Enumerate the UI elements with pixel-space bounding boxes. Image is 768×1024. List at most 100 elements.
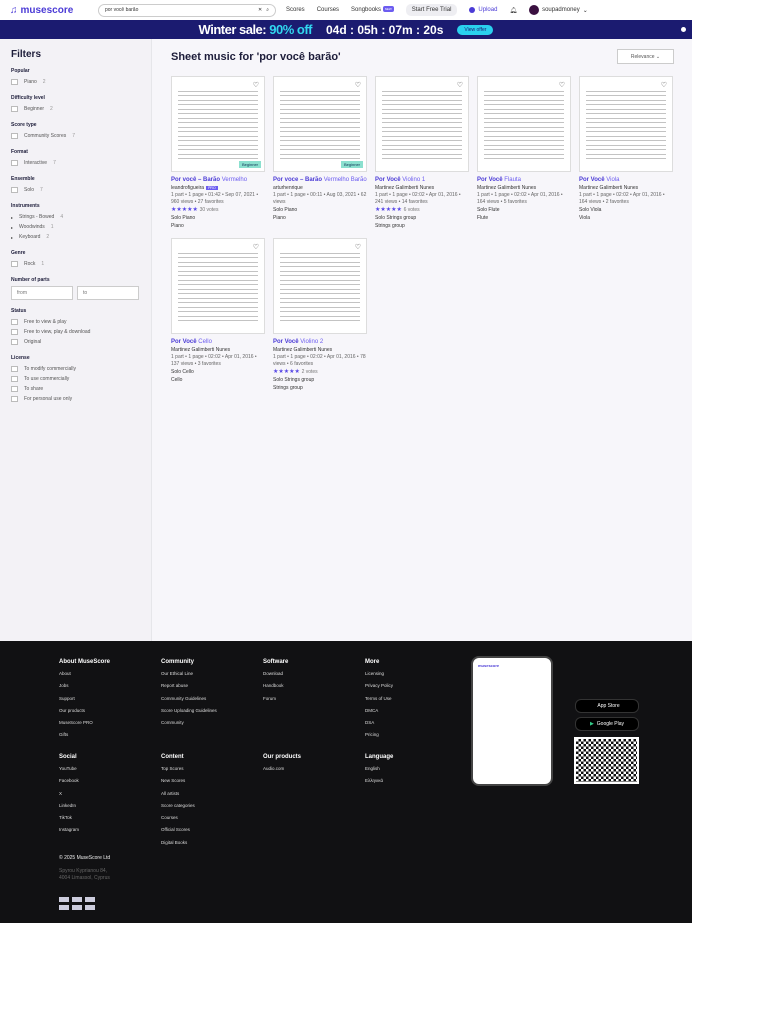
footer-link[interactable]: Top Scores xyxy=(161,766,261,778)
footer-link[interactable]: Support xyxy=(59,696,159,708)
score-card[interactable]: ♡ Beginner Por você – Barão Vermelho leandr… xyxy=(171,76,265,229)
checkbox[interactable] xyxy=(11,133,18,139)
filter-option[interactable]: ▸ Strings - Bowed 4 xyxy=(11,212,140,222)
filter-option[interactable]: Rock 1 xyxy=(11,259,140,269)
score-thumbnail[interactable]: ♡ xyxy=(579,76,673,172)
score-author[interactable]: Martinez Galimberti Nunes xyxy=(579,185,673,191)
parts-from-input[interactable] xyxy=(11,286,73,300)
score-thumbnail[interactable]: ♡ xyxy=(171,238,265,334)
score-title[interactable]: Por voce – Barão Vermelho Barão xyxy=(273,177,367,184)
score-card[interactable]: ♡ Beginner Por voce – Barão Vermelho Barão… xyxy=(273,76,367,228)
checkbox[interactable] xyxy=(11,376,18,382)
footer-link[interactable]: Jobs xyxy=(59,683,159,695)
app-store-button[interactable]: App Store xyxy=(575,699,639,713)
search-input[interactable]: por você barão ✕ ⌕ xyxy=(98,3,276,17)
footer-link[interactable]: Digital Books xyxy=(161,840,261,852)
footer-link[interactable]: Pricing xyxy=(365,732,465,744)
score-author[interactable]: Martinez Galimberti Nunes xyxy=(273,347,367,353)
score-thumbnail[interactable]: ♡ xyxy=(273,238,367,334)
footer-link[interactable]: Forum xyxy=(263,696,363,708)
footer-link[interactable]: Facebook xyxy=(59,778,159,790)
heart-icon[interactable]: ♡ xyxy=(253,243,259,251)
footer-link[interactable]: TikTok xyxy=(59,815,159,827)
nav-courses[interactable]: Courses xyxy=(317,7,339,13)
upload-button[interactable]: Upload xyxy=(469,7,497,13)
footer-link[interactable]: Download xyxy=(263,671,363,683)
filter-option[interactable]: To modify commercially xyxy=(11,364,140,374)
filter-option[interactable]: Solo 7 xyxy=(11,185,140,195)
parts-to-input[interactable] xyxy=(77,286,139,300)
footer-link[interactable]: Our Ethical Line xyxy=(161,671,261,683)
checkbox[interactable] xyxy=(11,339,18,345)
filter-option[interactable]: ▸ Woodwinds 1 xyxy=(11,222,140,232)
heart-icon[interactable]: ♡ xyxy=(661,81,667,89)
google-play-button[interactable]: ▶ Google Play xyxy=(575,717,639,731)
footer-link[interactable]: Community Guidelines xyxy=(161,696,261,708)
expand-arrow-icon[interactable]: ▸ xyxy=(11,215,13,220)
checkbox[interactable] xyxy=(11,160,18,166)
footer-link[interactable]: Score categories xyxy=(161,803,261,815)
footer-link[interactable]: Licensing xyxy=(365,671,465,683)
checkbox[interactable] xyxy=(11,187,18,193)
footer-link[interactable]: LinkedIn xyxy=(59,803,159,815)
footer-link[interactable]: X xyxy=(59,791,159,803)
footer-link[interactable]: Official Scores xyxy=(161,827,261,839)
score-card[interactable]: ♡ Por Você Cello Martinez Galimberti Nunes… xyxy=(171,238,265,390)
footer-link[interactable]: Privacy Policy xyxy=(365,683,465,695)
musescore-logo[interactable]: ♫ musescore xyxy=(10,5,88,16)
heart-icon[interactable]: ♡ xyxy=(559,81,565,89)
score-thumbnail[interactable]: ♡ xyxy=(375,76,469,172)
score-thumbnail[interactable]: ♡ xyxy=(477,76,571,172)
footer-link[interactable]: Handbook xyxy=(263,683,363,695)
filter-option[interactable]: For personal use only xyxy=(11,394,140,404)
footer-link[interactable]: Instagram xyxy=(59,827,159,839)
footer-link[interactable]: Gifts xyxy=(59,732,159,744)
score-author[interactable]: Martinez Galimberti Nunes xyxy=(171,347,265,353)
score-title[interactable]: Por Você Viola xyxy=(579,177,673,184)
search-icon[interactable]: ⌕ xyxy=(266,7,269,13)
footer-link[interactable]: Terms of Use xyxy=(365,696,465,708)
score-card[interactable]: ♡ Por Você Viola Martinez Galimberti Nunes… xyxy=(579,76,673,228)
footer-link[interactable]: Our products xyxy=(59,708,159,720)
expand-arrow-icon[interactable]: ▸ xyxy=(11,235,13,240)
filter-option[interactable]: Original xyxy=(11,337,140,347)
checkbox[interactable] xyxy=(11,366,18,372)
footer-link[interactable]: About xyxy=(59,671,159,683)
filter-option[interactable]: Piano 2 xyxy=(11,77,140,87)
heart-icon[interactable]: ♡ xyxy=(355,81,361,89)
footer-link[interactable]: Score Uploading Guidelines xyxy=(161,708,261,720)
score-thumbnail[interactable]: ♡ Beginner xyxy=(273,76,367,172)
checkbox[interactable] xyxy=(11,386,18,392)
footer-link[interactable]: All artists xyxy=(161,791,261,803)
sort-dropdown[interactable]: Relevance ⌄ xyxy=(617,49,674,64)
filter-option[interactable]: ▸ Keyboard 2 xyxy=(11,232,140,242)
score-thumbnail[interactable]: ♡ Beginner xyxy=(171,76,265,172)
score-card[interactable]: ♡ Por Você Violino 2 Martinez Galimberti N… xyxy=(273,238,367,391)
filter-option[interactable]: To use commercially xyxy=(11,374,140,384)
nav-songbooks[interactable]: Songbooks NEW xyxy=(351,6,394,13)
footer-link[interactable]: MuseScore PRO xyxy=(59,720,159,732)
view-offer-button[interactable]: View offer xyxy=(457,24,494,35)
start-trial-button[interactable]: Start Free Trial xyxy=(405,4,458,16)
footer-link[interactable]: YouTube xyxy=(59,766,159,778)
heart-icon[interactable]: ♡ xyxy=(457,81,463,89)
checkbox[interactable] xyxy=(11,261,18,267)
score-card[interactable]: ♡ Por Você Flauta Martinez Galimberti Nune… xyxy=(477,76,571,228)
score-author[interactable]: arturhenrique xyxy=(273,185,367,191)
footer-link[interactable]: Audio.com xyxy=(263,766,363,778)
footer-link[interactable]: DSA xyxy=(365,720,465,732)
footer-link[interactable]: DMCA xyxy=(365,708,465,720)
winter-sale-banner[interactable]: Winter sale: 90% off 04d : 05h : 07m : 2… xyxy=(0,20,692,39)
filter-option[interactable]: Free to view, play & download xyxy=(11,327,140,337)
score-author[interactable]: leandrofigueira PRO xyxy=(171,185,265,191)
clear-icon[interactable]: ✕ xyxy=(258,7,262,13)
filter-option[interactable]: Beginner 2 xyxy=(11,104,140,114)
score-title[interactable]: Por Você Violino 2 xyxy=(273,339,367,346)
filter-option[interactable]: To share xyxy=(11,384,140,394)
checkbox[interactable] xyxy=(11,79,18,85)
filter-option[interactable]: Interactive 7 xyxy=(11,158,140,168)
footer-link[interactable]: English xyxy=(365,766,465,778)
user-menu[interactable]: soupadmoney ⌄ xyxy=(529,5,588,15)
score-author[interactable]: Martinez Galimberti Nunes xyxy=(375,185,469,191)
score-title[interactable]: Por Você Cello xyxy=(171,339,265,346)
